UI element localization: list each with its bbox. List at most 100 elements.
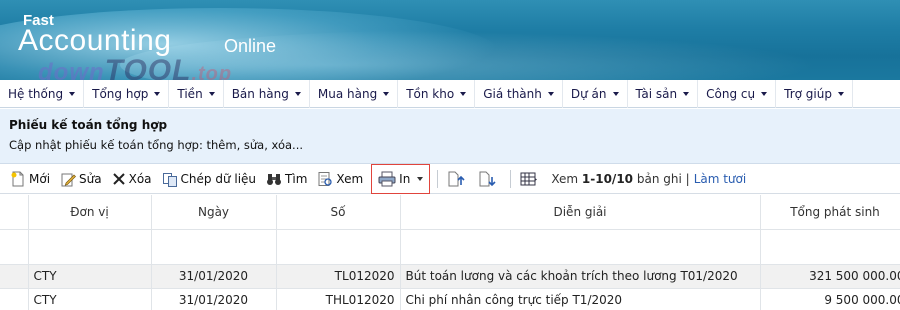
column-header-unit[interactable]: Đơn vị — [28, 195, 152, 230]
chevron-down-icon — [383, 91, 390, 96]
chevron-down-icon — [154, 91, 161, 96]
cell-number: TL012020 — [276, 264, 401, 289]
page-header: Phiếu kế toán tổng hợp Cập nhật phiếu kế… — [0, 109, 900, 164]
copy-data-button-label: Chép dữ liệu — [180, 171, 257, 186]
toolbar-divider — [510, 169, 512, 188]
document-arrow-down-icon — [479, 171, 496, 186]
menu-tro-giup[interactable]: Trợ giúp — [776, 79, 853, 108]
table-row[interactable]: CTY 31/01/2020 TL012020 Bút toán lương v… — [0, 264, 900, 289]
filter-cell — [0, 229, 29, 265]
menu-label: Trợ giúp — [784, 86, 832, 101]
menu-cong-cu[interactable]: Công cụ — [698, 79, 777, 108]
menu-ban-hang[interactable]: Bán hàng — [224, 79, 310, 108]
brand-accounting-text: Accounting — [18, 24, 172, 57]
edit-button[interactable]: Sửa — [56, 167, 106, 191]
voucher-table: Đơn vị Ngày Số Diễn giải Tổng phát sinh … — [0, 195, 900, 310]
view-document-icon — [318, 171, 333, 186]
menu-label: Công cụ — [706, 86, 756, 101]
cell-unit: CTY — [28, 288, 152, 310]
toolbar: Mới Sửa Xóa Chép dữ liệu Tìm Xem In Xem … — [0, 163, 900, 194]
menu-du-an[interactable]: Dự án — [563, 79, 628, 108]
menu-tai-san[interactable]: Tài sản — [628, 79, 699, 108]
menu-tong-hop[interactable]: Tổng hợp — [84, 79, 170, 108]
table-row[interactable]: CTY 31/01/2020 THL012020 Chi phí nhân cô… — [0, 288, 900, 310]
filter-unit-cell[interactable] — [28, 229, 152, 265]
voucher-grid: Đơn vị Ngày Số Diễn giải Tổng phát sinh … — [0, 195, 900, 310]
record-count: Xem 1-10/10 bản ghi | — [551, 172, 689, 186]
main-menu: Hệ thống Tổng hợp Tiền Bán hàng Mua hàng… — [0, 79, 900, 108]
cell-description: Bút toán lương và các khoản trích theo l… — [400, 264, 761, 289]
record-count-prefix: Xem — [551, 171, 579, 186]
row-selector-header — [0, 195, 29, 230]
grid-columns-icon — [520, 172, 538, 185]
edit-pencil-icon — [61, 173, 77, 186]
document-arrow-up-icon — [448, 171, 465, 186]
menu-label: Giá thành — [483, 86, 542, 101]
menu-label: Tiền — [177, 86, 203, 101]
chevron-down-icon — [417, 176, 424, 181]
copy-data-button[interactable]: Chép dữ liệu — [158, 167, 261, 191]
page-title: Phiếu kế toán tổng hợp — [9, 118, 168, 132]
columns-button[interactable] — [516, 167, 545, 191]
filter-description-cell[interactable] — [400, 229, 761, 265]
column-header-total[interactable]: Tổng phát sinh — [760, 195, 900, 230]
binoculars-icon — [267, 173, 282, 185]
chevron-down-icon — [683, 91, 690, 96]
cell-total: 321 500 000.00 — [760, 264, 900, 289]
menu-label: Tổng hợp — [92, 86, 149, 101]
new-button[interactable]: Mới — [6, 167, 54, 191]
cell-number: THL012020 — [276, 288, 401, 310]
table-header-row: Đơn vị Ngày Số Diễn giải Tổng phát sinh — [0, 195, 900, 230]
menu-mua-hang[interactable]: Mua hàng — [310, 79, 399, 108]
watermark-logo: downTOOL.top — [38, 54, 232, 80]
column-header-description[interactable]: Diễn giải — [400, 195, 761, 230]
chevron-down-icon — [69, 91, 76, 96]
print-button[interactable]: In — [371, 163, 431, 194]
cell-date: 31/01/2020 — [151, 288, 277, 310]
view-button-label: Xem — [336, 171, 364, 186]
menu-he-thong[interactable]: Hệ thống — [0, 79, 85, 108]
column-header-date[interactable]: Ngày — [151, 195, 277, 230]
new-button-label: Mới — [29, 171, 51, 186]
watermark-part-down: down — [38, 59, 105, 80]
menu-gia-thanh[interactable]: Giá thành — [475, 79, 563, 108]
page-subtitle: Cập nhật phiếu kế toán tổng hợp: thêm, s… — [9, 138, 304, 152]
menu-label: Hệ thống — [8, 86, 64, 101]
record-count-range: 1-10/10 — [581, 171, 634, 186]
view-button[interactable]: Xem — [313, 167, 367, 191]
row-selector[interactable] — [0, 264, 29, 289]
record-count-separator: | — [685, 171, 690, 186]
new-document-icon — [11, 171, 24, 186]
chevron-down-icon — [761, 91, 768, 96]
cell-total: 9 500 000.00 — [760, 288, 900, 310]
app-banner: Fast Accounting Online downTOOL.top — [0, 0, 900, 80]
row-selector[interactable] — [0, 288, 29, 310]
filter-number-cell[interactable] — [276, 229, 401, 265]
menu-tien[interactable]: Tiền — [169, 79, 224, 108]
edit-button-label: Sửa — [79, 171, 102, 186]
delete-x-icon — [112, 172, 125, 185]
cell-date: 31/01/2020 — [151, 264, 277, 289]
cell-description: Chi phí nhân công trực tiếp T1/2020 — [400, 288, 761, 310]
delete-button-label: Xóa — [128, 171, 152, 186]
watermark-part-tool: TOOL — [104, 54, 192, 80]
filter-total-cell[interactable] — [760, 229, 900, 265]
move-down-button[interactable] — [474, 167, 503, 191]
delete-button[interactable]: Xóa — [108, 167, 156, 191]
refresh-link[interactable]: Làm tươi — [694, 172, 747, 186]
toolbar-divider — [437, 169, 439, 188]
printer-icon — [378, 171, 396, 186]
copy-icon — [162, 172, 177, 187]
print-button-label: In — [399, 171, 411, 186]
find-button-label: Tìm — [285, 171, 308, 186]
menu-label: Tồn kho — [406, 86, 455, 101]
chevron-down-icon — [460, 91, 467, 96]
column-header-number[interactable]: Số — [276, 195, 401, 230]
watermark-part-top: .top — [191, 63, 233, 80]
menu-label: Tài sản — [635, 86, 678, 101]
record-count-suffix: bản ghi — [636, 171, 682, 186]
move-up-button[interactable] — [443, 167, 472, 191]
filter-date-cell[interactable] — [151, 229, 277, 265]
menu-ton-kho[interactable]: Tồn kho — [398, 79, 476, 108]
find-button[interactable]: Tìm — [262, 167, 311, 191]
